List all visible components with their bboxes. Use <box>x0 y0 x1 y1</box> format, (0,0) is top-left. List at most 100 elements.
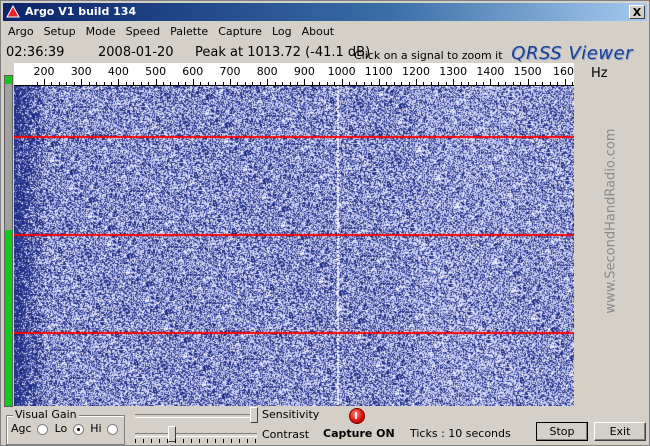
lo-radio[interactable] <box>72 423 84 435</box>
frequency-unit: Hz <box>591 66 608 81</box>
scale-tick <box>572 82 574 85</box>
menu-capture[interactable]: Capture <box>213 23 267 41</box>
scale-tick <box>36 82 38 85</box>
contrast-label: Contrast <box>262 428 310 441</box>
stop-button[interactable]: Stop <box>536 422 588 441</box>
scale-tick <box>267 79 269 85</box>
scale-label: 500 <box>145 65 167 78</box>
menu-mode[interactable]: Mode <box>81 23 121 41</box>
menu-speed[interactable]: Speed <box>121 23 165 41</box>
scale-tick <box>230 79 231 85</box>
scale-tick <box>527 79 529 85</box>
scale-label: 1400 <box>476 65 505 78</box>
level-meter-peak <box>5 76 12 84</box>
app-window: Argo V1 build 134 X Argo Setup Mode Speed Pa… <box>0 0 650 446</box>
level-meter <box>4 75 13 407</box>
scale-tick <box>564 79 566 85</box>
menu-setup[interactable]: Setup <box>39 23 81 41</box>
close-button[interactable]: X <box>629 5 645 19</box>
sensitivity-slider[interactable] <box>135 407 258 423</box>
scale-tick <box>401 82 403 85</box>
scale-tick <box>88 82 90 85</box>
scale-tick <box>542 82 544 85</box>
record-led-icon[interactable] <box>349 408 365 424</box>
scale-tick <box>334 82 336 85</box>
menu-about[interactable]: About <box>297 23 340 41</box>
scale-tick <box>110 82 112 85</box>
zoom-hint: Click on a signal to zoom it <box>354 49 503 62</box>
scale-tick <box>274 82 276 85</box>
scale-tick <box>207 82 209 85</box>
scale-tick <box>44 79 45 85</box>
scale-tick <box>296 82 298 85</box>
sensitivity-thumb[interactable] <box>250 407 258 423</box>
scale-tick <box>423 82 425 85</box>
scale-tick <box>371 82 373 85</box>
menu-log[interactable]: Log <box>267 23 297 41</box>
contrast-ticks <box>135 439 257 443</box>
scale-tick <box>453 79 455 85</box>
waterfall-canvas[interactable] <box>14 86 574 406</box>
scale-tick <box>252 82 254 85</box>
scale-tick <box>185 82 187 85</box>
scale-label: 1500 <box>513 65 542 78</box>
scale-tick <box>58 82 60 85</box>
watermark-text: www.SecondHandRadio.com <box>603 128 619 314</box>
frequency-scale: 200 300 400 500 600 700 800 900 1000 1100 1200 1300… <box>14 63 574 86</box>
scale-tick <box>349 82 351 85</box>
date: 2008-01-20 <box>98 45 174 60</box>
exit-button[interactable]: Exit <box>594 422 646 441</box>
scale-tick <box>170 82 172 85</box>
lo-label: Lo <box>54 422 68 435</box>
scale-tick <box>512 82 514 85</box>
waterfall-display[interactable] <box>14 86 574 406</box>
visual-gain-legend: Visual Gain <box>13 408 79 421</box>
scale-tick <box>311 82 313 85</box>
window-title: Argo V1 build 134 <box>25 5 137 18</box>
visual-gain-group: Visual Gain Agc Lo Hi <box>6 408 125 445</box>
contrast-slider[interactable] <box>135 426 257 443</box>
scale-tick <box>319 82 321 85</box>
agc-label: Agc <box>11 422 32 435</box>
scale-tick <box>125 82 127 85</box>
peak-readout: Peak at 1013.72 (-41.1 dB) <box>195 45 371 60</box>
sensitivity-track <box>135 414 257 418</box>
hi-radio[interactable] <box>107 423 119 435</box>
menu-palette[interactable]: Palette <box>165 23 213 41</box>
contrast-track <box>135 433 257 437</box>
scale-tick <box>140 82 142 85</box>
scale-tick <box>430 82 432 85</box>
watermark: www.SecondHandRadio.com <box>599 101 623 341</box>
scale-tick <box>520 82 522 85</box>
capture-status: Capture ON <box>323 427 395 440</box>
scale-tick <box>482 82 484 85</box>
gain-options: Agc Lo Hi <box>11 422 121 435</box>
menu-bar: Argo Setup Mode Speed Palette Capture Log About <box>3 23 647 41</box>
scale-tick <box>341 79 343 85</box>
scale-tick <box>393 82 395 85</box>
scale-tick <box>445 82 447 85</box>
scale-tick <box>549 82 551 85</box>
scale-label: 900 <box>293 65 315 78</box>
scale-tick <box>497 82 499 85</box>
scale-tick <box>148 82 150 85</box>
scale-tick <box>51 82 53 85</box>
scale-tick <box>73 82 75 85</box>
scale-tick <box>557 82 559 85</box>
scale-tick <box>66 82 68 85</box>
scale-tick <box>244 82 246 85</box>
info-bar: 02:36:39 2008-01-20 Peak at 1013.72 (-41… <box>3 42 647 64</box>
scale-tick <box>378 79 380 85</box>
scale-tick <box>356 82 358 85</box>
menu-argo[interactable]: Argo <box>3 23 39 41</box>
agc-radio[interactable] <box>37 423 49 435</box>
scale-label: 700 <box>219 65 241 78</box>
scale-tick <box>535 82 537 85</box>
scale-tick <box>460 82 462 85</box>
scale-tick <box>237 82 239 85</box>
scale-tick <box>155 79 157 85</box>
scale-tick <box>133 82 135 85</box>
scale-tick <box>200 82 202 85</box>
sensitivity-label: Sensitivity <box>262 408 320 421</box>
title-bar[interactable]: Argo V1 build 134 X <box>3 3 647 21</box>
